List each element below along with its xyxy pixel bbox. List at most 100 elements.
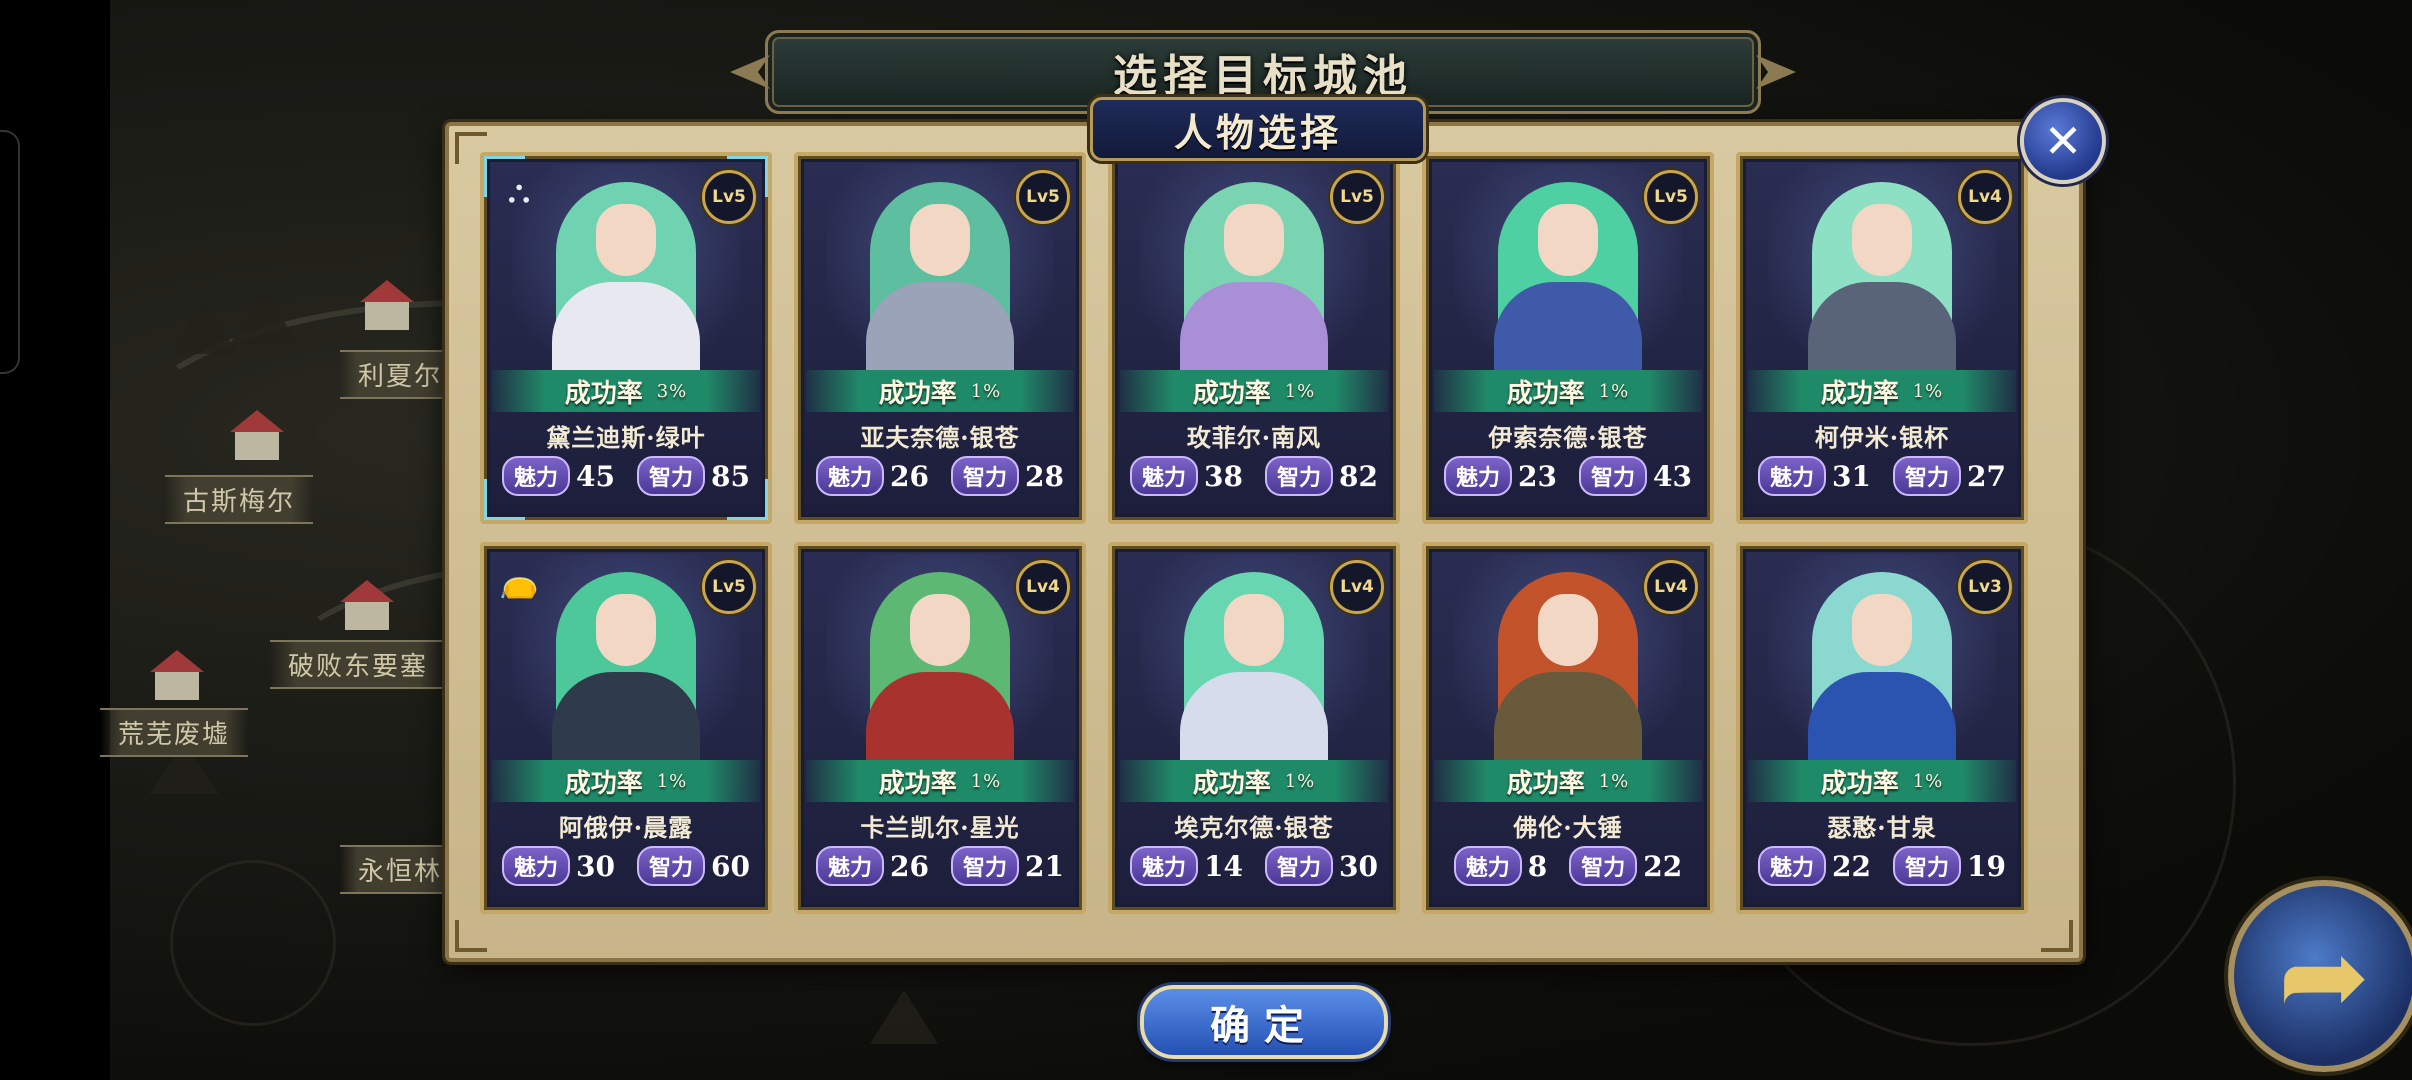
success-rate-label: 成功率 — [1506, 378, 1585, 409]
map-city-label[interactable]: 永恒林 — [340, 845, 461, 894]
intellect-label: 智力 — [1893, 846, 1962, 886]
intellect-label: 智力 — [1265, 456, 1334, 496]
panel-subtitle-banner: 人物选择 — [1090, 97, 1426, 161]
character-name: 佛伦·大锤 — [1513, 813, 1623, 842]
selection-corner — [484, 156, 525, 197]
success-rate-bar: 成功率 1% — [1748, 370, 2016, 412]
success-rate-bar: 成功率 1% — [1120, 760, 1388, 802]
success-rate-bar: 成功率 3% — [492, 370, 760, 412]
character-card[interactable]: Lv5 👝 成功率 1% 阿俄伊·晨露 魅力 30 智力 60 — [480, 542, 772, 914]
charm-label: 魅力 — [1758, 846, 1827, 886]
character-card[interactable]: Lv4 成功率 1% 佛伦·大锤 魅力 8 智力 22 — [1422, 542, 1714, 914]
castle-marker[interactable] — [340, 580, 394, 630]
charm-value: 14 — [1204, 849, 1243, 883]
success-rate-label: 成功率 — [564, 768, 643, 799]
charm-value: 45 — [576, 459, 615, 493]
intellect-label: 智力 — [951, 456, 1020, 496]
charm-label: 魅力 — [816, 456, 885, 496]
intellect-stat: 智力 19 — [1893, 846, 2006, 886]
selection-corner — [727, 156, 768, 197]
charm-label: 魅力 — [502, 846, 571, 886]
panel-subtitle: 人物选择 — [1173, 109, 1342, 155]
level-badge: Lv5 — [1644, 170, 1698, 224]
success-rate-bar: 成功率 1% — [1748, 760, 2016, 802]
charm-stat: 魅力 38 — [1130, 456, 1243, 496]
character-name: 亚夫奈德·银苍 — [860, 423, 1020, 452]
intellect-label: 智力 — [1265, 846, 1334, 886]
intellect-value: 28 — [1025, 459, 1064, 493]
device-edge — [0, 130, 20, 374]
character-card[interactable]: Lv4 成功率 1% 卡兰凯尔·星光 魅力 26 智力 21 — [794, 542, 1086, 914]
charm-stat: 魅力 31 — [1758, 456, 1871, 496]
charm-stat: 魅力 23 — [1444, 456, 1557, 496]
character-name: 埃克尔德·银苍 — [1174, 813, 1334, 842]
charm-value: 26 — [890, 459, 929, 493]
confirm-button[interactable]: 确定 — [1140, 985, 1388, 1059]
success-rate-bar: 成功率 1% — [1120, 370, 1388, 412]
character-stats: 魅力 22 智力 19 — [1740, 846, 2024, 886]
charm-label: 魅力 — [1130, 846, 1199, 886]
intellect-stat: 智力 30 — [1265, 846, 1378, 886]
success-rate-label: 成功率 — [878, 768, 957, 799]
dialog-title: 选择目标城池 — [1113, 51, 1413, 102]
intellect-stat: 智力 82 — [1265, 456, 1378, 496]
intellect-value: 21 — [1025, 849, 1064, 883]
level-badge: Lv4 — [1330, 560, 1384, 614]
intellect-value: 19 — [1967, 849, 2006, 883]
intellect-value: 82 — [1339, 459, 1378, 493]
charm-stat: 魅力 26 — [816, 846, 929, 886]
castle-marker[interactable] — [360, 280, 414, 330]
charm-label: 魅力 — [1758, 456, 1827, 496]
charm-label: 魅力 — [1453, 846, 1522, 886]
charm-stat: 魅力 14 — [1130, 846, 1243, 886]
success-rate-value: 1% — [656, 770, 688, 792]
level-badge: Lv5 — [1330, 170, 1384, 224]
character-name: 卡兰凯尔·星光 — [860, 813, 1020, 842]
character-card[interactable]: Lv5 成功率 1% 亚夫奈德·银苍 魅力 26 智力 28 — [794, 152, 1086, 524]
intellect-label: 智力 — [637, 456, 706, 496]
level-badge: Lv3 — [1958, 560, 2012, 614]
character-card[interactable]: Lv5 成功率 1% 伊索奈德·银苍 魅力 23 智力 43 — [1422, 152, 1714, 524]
character-name: 柯伊米·银杯 — [1814, 423, 1950, 452]
map-city-label[interactable]: 破败东要塞 — [270, 640, 447, 689]
success-rate-value: 1% — [1598, 770, 1630, 792]
character-grid: Lv5 ⛬ 成功率 3% 黛兰迪斯·绿叶 魅力 45 智力 85 Lv5 成功率 1% 亚夫奈德·银苍魅… — [480, 152, 2040, 922]
map-city-label[interactable]: 荒芜废墟 — [100, 708, 249, 757]
curved-arrow-icon: ➦ — [2277, 912, 2371, 1040]
map-city-label[interactable]: 利夏尔 — [340, 350, 461, 399]
success-rate-value: 1% — [1912, 380, 1944, 402]
success-rate-bar: 成功率 1% — [1434, 760, 1702, 802]
intellect-value: 43 — [1653, 459, 1692, 493]
close-button[interactable]: ✕ — [2020, 98, 2106, 184]
map-city-label[interactable]: 古斯梅尔 — [165, 475, 314, 524]
return-action-button[interactable]: ➦ — [2228, 880, 2412, 1072]
castle-marker[interactable] — [150, 650, 204, 700]
castle-marker[interactable] — [230, 410, 284, 460]
character-name: 伊索奈德·银苍 — [1488, 423, 1648, 452]
charm-value: 23 — [1518, 459, 1557, 493]
charm-value: 31 — [1832, 459, 1871, 493]
success-rate-label: 成功率 — [1820, 768, 1899, 799]
success-rate-label: 成功率 — [1506, 768, 1585, 799]
intellect-label: 智力 — [1893, 456, 1962, 496]
success-rate-label: 成功率 — [564, 378, 643, 409]
character-stats: 魅力 30 智力 60 — [484, 846, 768, 886]
character-card[interactable]: Lv5 成功率 1% 玫菲尔·南风 魅力 38 智力 82 — [1108, 152, 1400, 524]
success-rate-label: 成功率 — [1820, 378, 1899, 409]
intellect-stat: 智力 22 — [1569, 846, 1682, 886]
character-card[interactable]: Lv4 成功率 1% 柯伊米·银杯 魅力 31 智力 27 — [1736, 152, 2028, 524]
intellect-label: 智力 — [1569, 846, 1638, 886]
charm-stat: 魅力 30 — [502, 846, 615, 886]
charm-value: 38 — [1204, 459, 1243, 493]
intellect-stat: 智力 27 — [1893, 456, 2006, 496]
character-stats: 魅力 8 智力 22 — [1426, 846, 1710, 886]
character-card[interactable]: Lv5 ⛬ 成功率 3% 黛兰迪斯·绿叶 魅力 45 智力 85 — [480, 152, 772, 524]
character-card[interactable]: Lv4 成功率 1% 埃克尔德·银苍魅力 14 智力 30 — [1108, 542, 1400, 914]
charm-stat: 魅力 8 — [1453, 846, 1547, 886]
intellect-label: 智力 — [951, 846, 1020, 886]
charm-label: 魅力 — [816, 846, 885, 886]
character-stats: 魅力 14 智力 30 — [1112, 846, 1396, 886]
character-card[interactable]: Lv3 成功率 1% 瑟憨·甘泉魅力 22 智力 19 — [1736, 542, 2028, 914]
character-name: 瑟憨·甘泉 — [1827, 813, 1937, 842]
success-rate-value: 1% — [1284, 380, 1316, 402]
